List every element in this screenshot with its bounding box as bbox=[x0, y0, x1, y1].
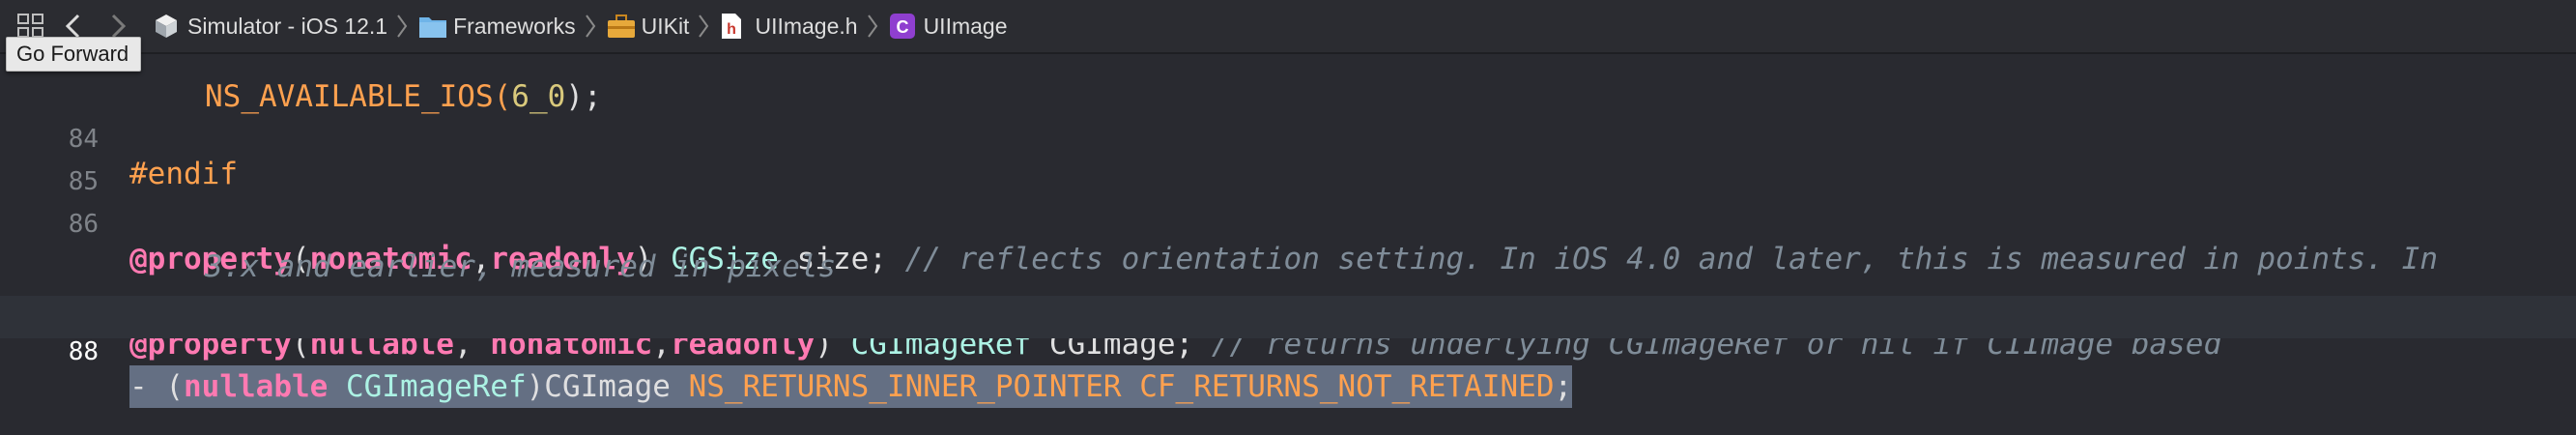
chevron-right-icon bbox=[866, 13, 879, 40]
class-icon: C bbox=[889, 13, 916, 40]
macro-token: CF_RETURNS_NOT_RETAINED bbox=[1139, 369, 1555, 404]
breadcrumb-item-uikit[interactable]: UIKit bbox=[607, 13, 690, 40]
chevron-right-icon bbox=[584, 13, 597, 40]
breadcrumb-label: UIImage bbox=[923, 13, 1008, 39]
code-line-88: 88 - (nullable CGImageRef)CGImage NS_RET… bbox=[0, 296, 2576, 408]
folder-icon bbox=[418, 13, 447, 40]
code-line-86-wrap: 3.x and earlier, measured in pixels bbox=[0, 211, 2576, 284]
selected-code-text[interactable]: - (nullable CGImageRef)CGImage NS_RETURN… bbox=[129, 365, 1573, 408]
breadcrumb-label: UIImage.h bbox=[755, 13, 858, 39]
chevron-left-icon[interactable] bbox=[64, 14, 83, 39]
breadcrumb-label: Simulator - iOS 12.1 bbox=[187, 13, 388, 39]
source-editor[interactable]: NS_AVAILABLE_IOS(6_0); 84 #endif 85 86 @… bbox=[0, 54, 2576, 408]
breadcrumb-item-header-file[interactable]: h UIImage.h bbox=[720, 13, 858, 40]
related-items-grid-icon[interactable] bbox=[17, 14, 44, 39]
macro-token: NS_RETURNS_INNER_POINTER bbox=[688, 369, 1122, 404]
plain-token: ; bbox=[1554, 369, 1573, 404]
code-line-partial: NS_AVAILABLE_IOS(6_0); bbox=[0, 41, 2576, 114]
header-file-icon: h bbox=[720, 13, 747, 40]
breadcrumb-item-class[interactable]: C UIImage bbox=[889, 13, 1008, 40]
framework-toolbox-icon bbox=[607, 13, 635, 40]
svg-text:C: C bbox=[896, 17, 908, 37]
breadcrumb-label: UIKit bbox=[641, 13, 690, 39]
breadcrumb-item-frameworks[interactable]: Frameworks bbox=[418, 13, 576, 40]
chevron-right-icon[interactable] bbox=[108, 14, 128, 39]
type-token: CGImageRef bbox=[345, 369, 527, 404]
sdk-icon bbox=[153, 13, 180, 40]
code-line-84: 84 #endif bbox=[0, 83, 2576, 191]
chevron-right-icon bbox=[395, 13, 409, 40]
line-number: 88 bbox=[68, 337, 99, 366]
breadcrumb-item-sdk[interactable]: Simulator - iOS 12.1 bbox=[153, 13, 387, 40]
plain-token: - ( bbox=[129, 369, 184, 404]
svg-text:h: h bbox=[728, 21, 737, 38]
code-line-85: 85 bbox=[0, 126, 2576, 196]
plain-token: ) bbox=[526, 369, 545, 404]
code-line-87: 87 @property(nullable, nonatomic,readonl… bbox=[0, 253, 2576, 362]
chevron-right-icon bbox=[697, 13, 710, 40]
code-line-86: 86 @property(nonatomic,readonly) CGSize … bbox=[0, 168, 2576, 276]
plain-token: CGImage bbox=[544, 369, 689, 404]
go-forward-tooltip: Go Forward bbox=[6, 37, 142, 72]
breadcrumb-label: Frameworks bbox=[453, 13, 576, 39]
keyword-token: nullable bbox=[184, 369, 329, 404]
